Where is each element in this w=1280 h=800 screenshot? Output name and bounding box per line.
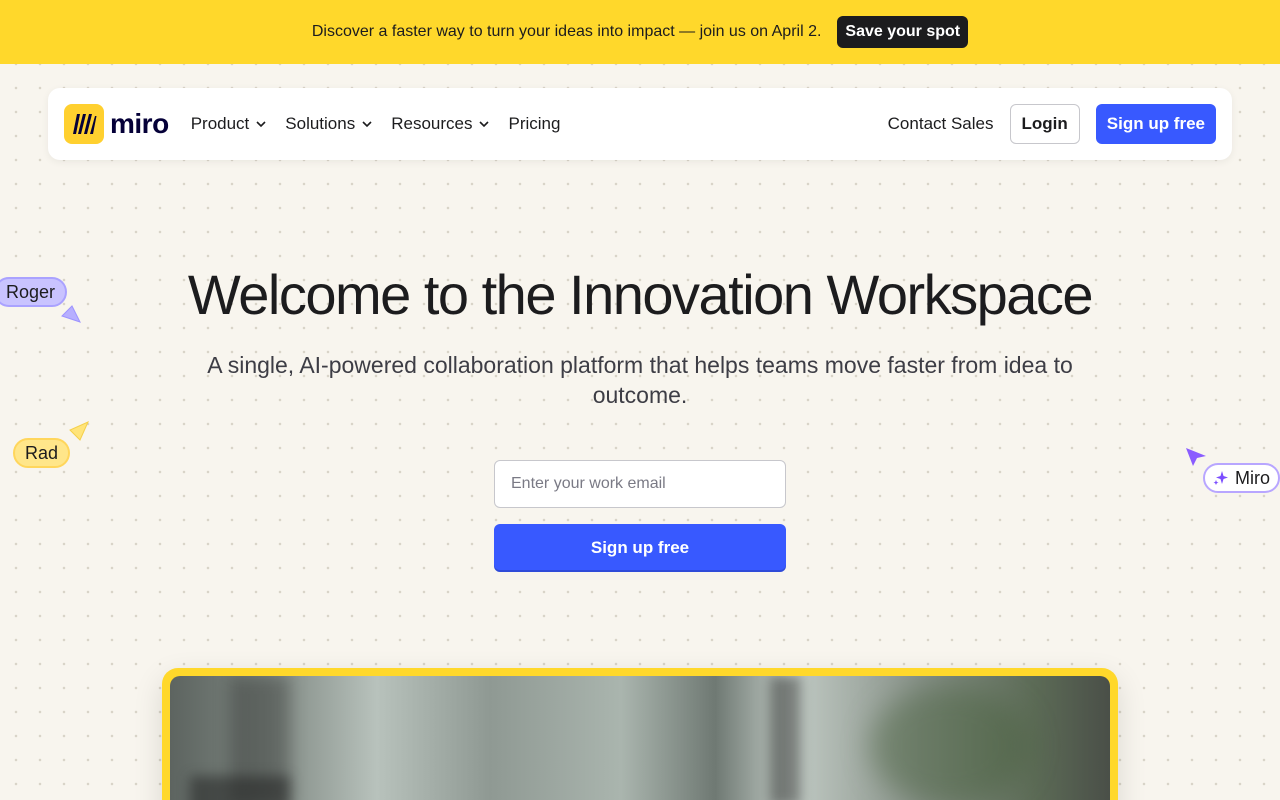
hero-video-image xyxy=(170,676,1110,800)
hero-signup-button[interactable]: Sign up free xyxy=(494,524,786,572)
hero-media-frame xyxy=(162,668,1118,800)
chevron-down-icon xyxy=(256,121,266,128)
cursor-tag-miro-label: Miro xyxy=(1235,468,1270,488)
login-button[interactable]: Login xyxy=(1009,104,1080,144)
chevron-down-icon xyxy=(362,121,372,128)
sparkle-icon xyxy=(1213,471,1228,485)
nav-item-resources[interactable]: Resources xyxy=(391,104,490,144)
nav-item-label: Product xyxy=(190,114,250,133)
miro-logo-link[interactable]: miro xyxy=(64,104,169,144)
miro-logo-icon xyxy=(64,104,104,144)
hero-title: Welcome to the Innovation Workspace xyxy=(187,263,1094,326)
nav-item-label: Resources xyxy=(391,114,473,133)
nav-item-product[interactable]: Product xyxy=(191,104,268,144)
nav-signup-button[interactable]: Sign up free xyxy=(1095,104,1216,144)
nav-item-solutions[interactable]: Solutions xyxy=(285,104,373,144)
save-your-spot-button[interactable]: Save your spot xyxy=(837,16,969,48)
announcement-banner: Discover a faster way to turn your ideas… xyxy=(0,0,1280,64)
logo-wordmark: miro xyxy=(110,108,169,139)
nav-item-label: Pricing xyxy=(508,114,561,133)
cursor-tag-miro-ai: Miro xyxy=(1203,463,1280,493)
nav-actions: Contact Sales Login Sign up free xyxy=(888,104,1216,144)
nav-item-pricing[interactable]: Pricing xyxy=(508,104,560,144)
chevron-down-icon xyxy=(479,121,490,128)
work-email-input[interactable] xyxy=(494,460,786,508)
banner-text: Discover a faster way to turn your ideas… xyxy=(311,23,822,40)
contact-sales-link[interactable]: Contact Sales xyxy=(888,114,994,134)
cursor-arrow-icon xyxy=(1186,448,1206,466)
nav-links: Product Solutions Resources Pricing xyxy=(191,104,561,144)
cursor-tag-rad: Rad xyxy=(13,438,71,468)
nav-item-label: Solutions xyxy=(285,114,356,133)
main-navbar: miro Product Solutions Resources Pricing… xyxy=(48,88,1232,160)
hero-subtitle: A single, AI-powered collaboration platf… xyxy=(207,352,1073,408)
cursor-arrow-icon xyxy=(69,421,89,441)
